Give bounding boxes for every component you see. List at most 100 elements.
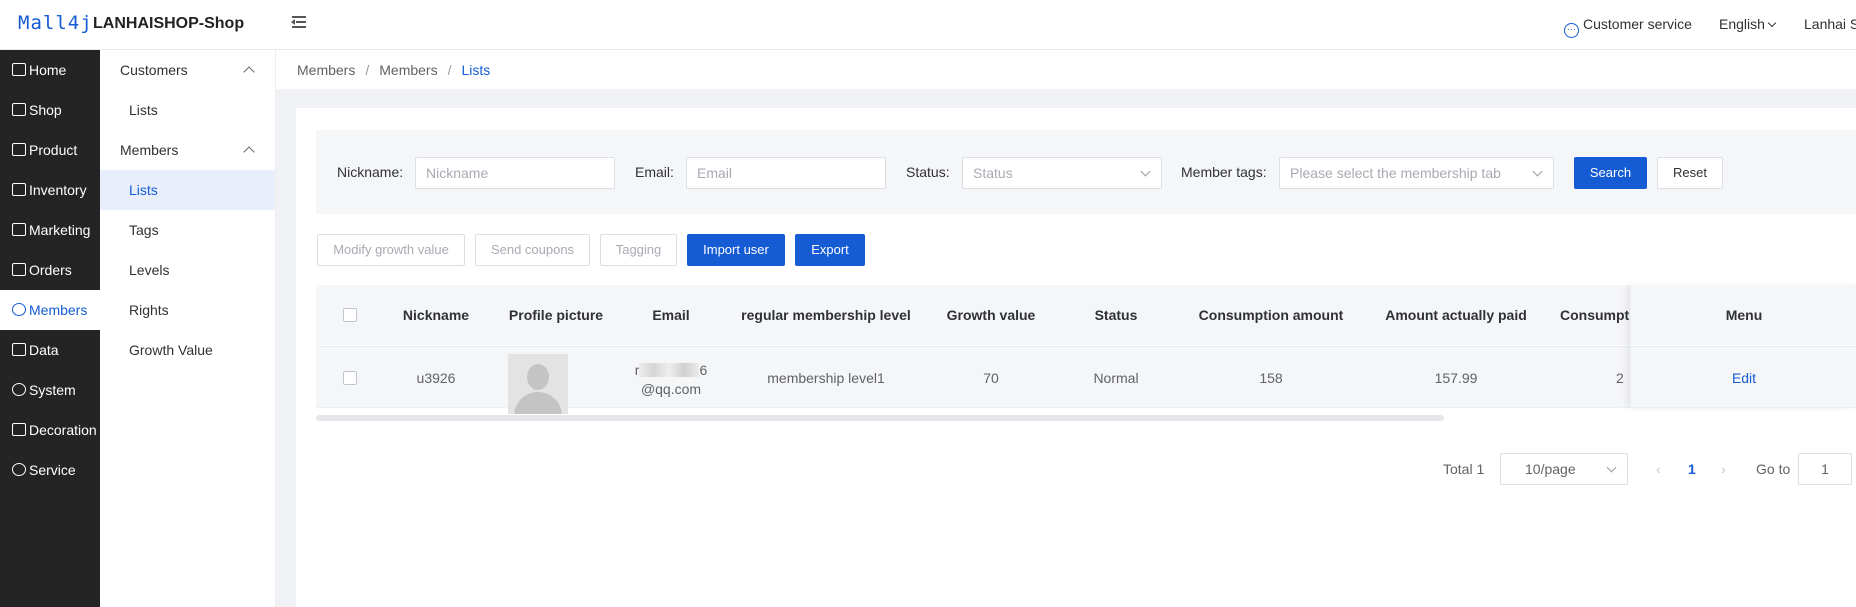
sidebar-item-label: Marketing — [29, 222, 91, 238]
consumption-truncated-cell: 2 — [1616, 370, 1624, 386]
members-icon — [12, 303, 26, 316]
chevron-up-icon — [243, 66, 255, 78]
amount-paid-cell: 157.99 — [1434, 370, 1478, 386]
sidebar-item-service[interactable]: Service — [0, 450, 100, 490]
search-button[interactable]: Search — [1574, 157, 1647, 189]
subnav-item-customer-lists[interactable]: Lists — [100, 90, 275, 130]
email-domain: @qq.com — [640, 381, 702, 397]
growth-value-cell: 70 — [983, 370, 999, 386]
subnav-group-customers[interactable]: Customers — [100, 50, 275, 90]
tagging-button[interactable]: Tagging — [600, 234, 677, 266]
import-user-button[interactable]: Import user — [687, 234, 785, 266]
page-size-select[interactable]: 10/page — [1500, 453, 1628, 485]
sub-navigation: Customers Lists Members Lists Tags Level… — [100, 50, 276, 607]
sidebar-item-label: Product — [29, 142, 78, 158]
email-fragment-end: 6 — [699, 362, 708, 378]
sidebar-item-members[interactable]: Members — [0, 290, 100, 330]
membership-level-cell: membership level1 — [767, 370, 885, 386]
sidebar-item-label: Members — [29, 302, 88, 318]
sidebar-item-data[interactable]: Data — [0, 330, 100, 370]
collapse-menu-icon[interactable] — [289, 14, 307, 30]
edit-link[interactable]: Edit — [1631, 346, 1856, 408]
sidebar-item-shop[interactable]: Shop — [0, 90, 100, 130]
sidebar-item-home[interactable]: Home — [0, 50, 100, 90]
row-checkbox[interactable] — [343, 371, 357, 385]
customer-service-link[interactable]: ··· Customer service — [1564, 16, 1692, 38]
column-profile-picture: Profile picture — [508, 307, 604, 323]
sidebar-item-label: Data — [29, 342, 59, 358]
system-icon — [12, 383, 26, 396]
select-all-checkbox[interactable] — [343, 308, 357, 322]
sidebar-item-marketing[interactable]: Marketing — [0, 210, 100, 250]
status-cell: Normal — [1093, 370, 1139, 386]
sidebar-item-label: Shop — [29, 102, 62, 118]
email-input[interactable]: Email — [686, 157, 886, 189]
customer-service-label: Customer service — [1583, 16, 1692, 32]
product-icon — [12, 143, 26, 156]
language-dropdown[interactable]: English — [1719, 16, 1777, 32]
chevron-down-icon — [1767, 18, 1777, 28]
send-coupons-button[interactable]: Send coupons — [475, 234, 590, 266]
sidebar-item-inventory[interactable]: Inventory — [0, 170, 100, 210]
subnav-group-label: Members — [120, 142, 179, 158]
breadcrumb: Members / Members / Lists — [297, 62, 491, 78]
column-consumption-amount: Consumption amount — [1198, 307, 1344, 323]
goto-page-input[interactable]: 1 — [1798, 453, 1852, 485]
breadcrumb-current: Lists — [461, 62, 491, 78]
shop-name: LANHAISHOP-Shop — [93, 15, 245, 32]
column-growth-value: Growth value — [946, 307, 1036, 323]
page-number-current[interactable]: 1 — [1688, 461, 1696, 477]
chevron-down-icon — [1532, 166, 1543, 177]
next-page-icon[interactable]: › — [1721, 461, 1726, 477]
sidebar-item-system[interactable]: System — [0, 370, 100, 410]
modify-growth-button[interactable]: Modify growth value — [317, 234, 465, 266]
column-nickname: Nickname — [402, 307, 470, 323]
subnav-item-tags[interactable]: Tags — [100, 210, 275, 250]
prev-page-icon[interactable]: ‹ — [1656, 461, 1661, 477]
column-status: Status — [1094, 307, 1138, 323]
main-sidebar: Home Shop Product Inventory Marketing Or… — [0, 50, 100, 607]
horizontal-scrollbar[interactable] — [316, 415, 1444, 421]
logo: Mall4j — [18, 12, 93, 34]
user-menu[interactable]: Lanhai S — [1804, 16, 1856, 32]
chevron-down-icon — [1140, 166, 1151, 177]
sidebar-item-decoration[interactable]: Decoration — [0, 410, 100, 450]
fixed-menu-column: Menu Edit — [1630, 285, 1856, 408]
status-select[interactable]: Status — [962, 157, 1162, 189]
subnav-group-members[interactable]: Members — [100, 130, 275, 170]
profile-picture — [508, 354, 568, 414]
nickname-label: Nickname: — [337, 164, 404, 180]
sidebar-item-label: Service — [29, 462, 76, 478]
pagination-total: Total 1 — [1443, 461, 1485, 477]
column-amount-paid: Amount actually paid — [1385, 307, 1527, 323]
member-tags-placeholder: Please select the membership tab — [1290, 165, 1501, 181]
decoration-icon — [12, 423, 26, 436]
breadcrumb-item[interactable]: Members — [297, 62, 355, 78]
subnav-item-rights[interactable]: Rights — [100, 290, 275, 330]
subnav-item-levels[interactable]: Levels — [100, 250, 275, 290]
reset-button[interactable]: Reset — [1657, 157, 1723, 189]
breadcrumb-item[interactable]: Members — [379, 62, 437, 78]
sidebar-item-product[interactable]: Product — [0, 130, 100, 170]
members-table: Nickname Profile picture Email regular m… — [316, 285, 1856, 422]
language-label: English — [1719, 16, 1765, 32]
export-button[interactable]: Export — [795, 234, 865, 266]
subnav-item-growth-value[interactable]: Growth Value — [100, 330, 275, 370]
goto-label: Go to — [1756, 461, 1791, 477]
consumption-amount-cell: 158 — [1259, 370, 1283, 386]
nickname-cell: u3926 — [416, 370, 456, 386]
top-bar: Mall4j LANHAISHOP-Shop ··· Customer servi… — [0, 0, 1856, 50]
column-email: Email — [652, 307, 690, 323]
sidebar-item-orders[interactable]: Orders — [0, 250, 100, 290]
status-label: Status: — [906, 164, 950, 180]
member-tags-select[interactable]: Please select the membership tab — [1279, 157, 1554, 189]
sidebar-item-label: Orders — [29, 262, 72, 278]
orders-icon — [12, 263, 26, 276]
table-row: u3926 r6 @qq.com membership level1 70 No… — [316, 346, 1856, 414]
member-tags-label: Member tags: — [1181, 164, 1267, 180]
column-consumption-truncated: Consumpt — [1560, 307, 1630, 323]
column-membership-level: regular membership level — [741, 307, 911, 323]
nickname-input[interactable]: Nickname — [415, 157, 615, 189]
page-size-value: 10/page — [1525, 461, 1576, 477]
subnav-item-member-lists[interactable]: Lists — [100, 170, 275, 210]
